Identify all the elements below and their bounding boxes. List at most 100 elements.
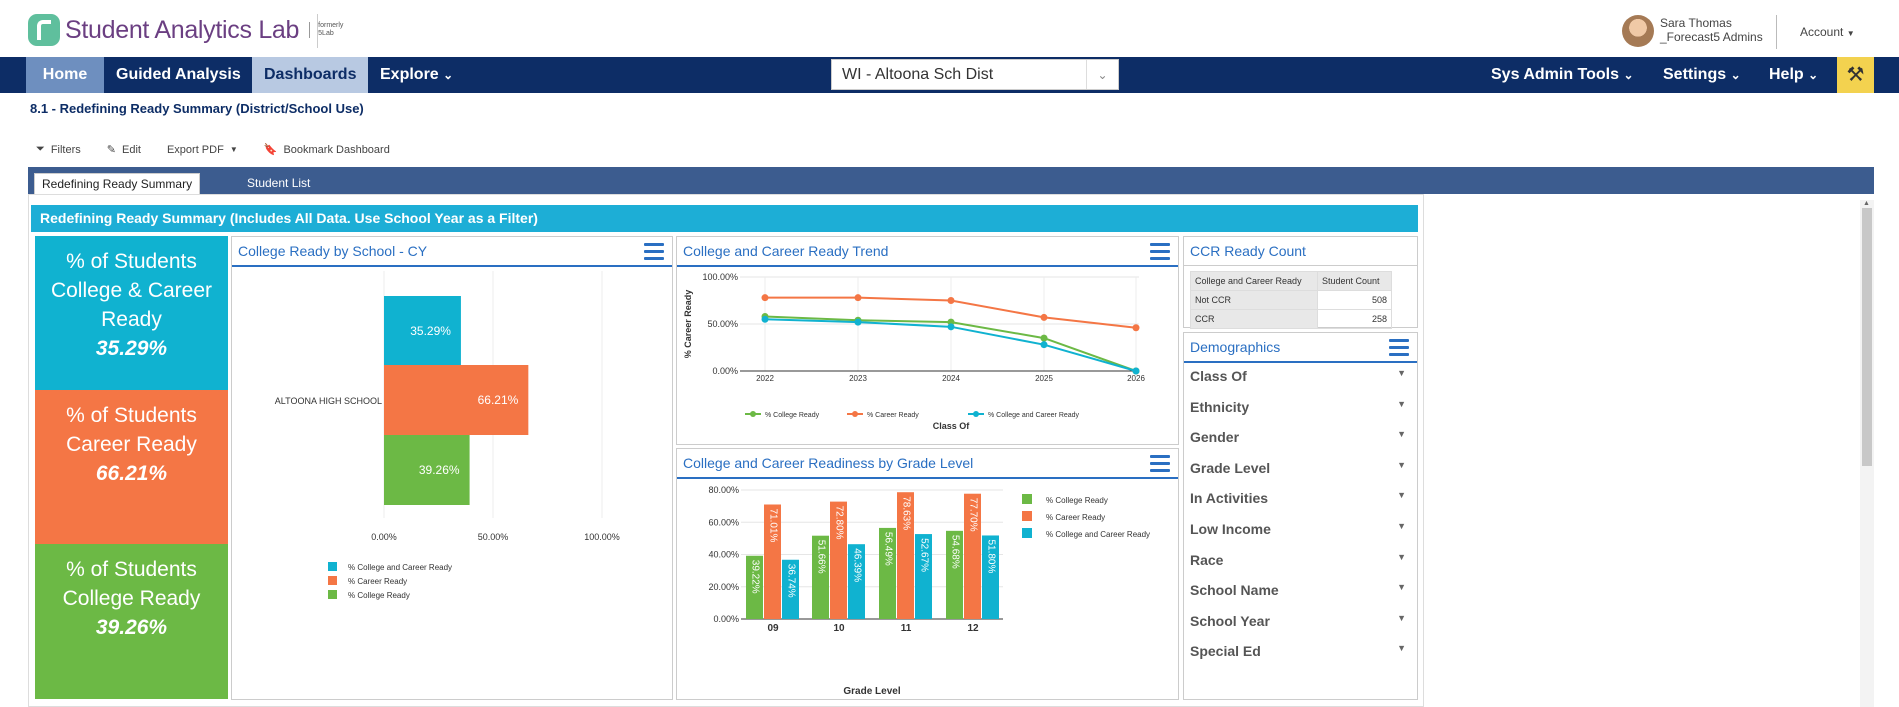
column-header: Student Count xyxy=(1317,271,1392,291)
legend-swatch xyxy=(1022,494,1032,504)
nav-dashboards[interactable]: Dashboards xyxy=(252,57,368,93)
ccr-count-panel: CCR Ready Count College and Career Ready… xyxy=(1183,236,1418,329)
demographic-filter-item[interactable]: School Year ▼ xyxy=(1190,613,1412,629)
table-row: CCR 258 xyxy=(1190,309,1392,329)
menu-icon[interactable] xyxy=(1150,455,1170,473)
top-bar: Student Analytics Lab formerly 5Lab Sara… xyxy=(0,0,1899,57)
dashboard-toolbar: ⏷ Filters ✎ Edit Export PDF ▼ 🔖 Bookmark Das… xyxy=(36,143,390,156)
legend-label: % College and Career Ready xyxy=(988,412,1080,419)
nav-home[interactable]: Home xyxy=(26,57,104,93)
account-menu[interactable]: Account ▼ xyxy=(1800,25,1855,39)
demographic-label: In Activities xyxy=(1190,490,1269,507)
data-label: 54.68% xyxy=(949,535,960,569)
chevron-down-icon: ▼ xyxy=(1397,521,1406,531)
legend-label: % College Ready xyxy=(1046,496,1108,505)
chevron-down-icon: ⌄ xyxy=(1623,68,1634,82)
tab-redefining-ready-summary[interactable]: Redefining Ready Summary xyxy=(34,173,201,194)
nav-settings[interactable]: Settings ⌄ xyxy=(1663,57,1741,93)
export-pdf-button[interactable]: Export PDF ▼ xyxy=(167,143,238,156)
menu-icon[interactable] xyxy=(644,243,664,261)
avatar[interactable] xyxy=(1622,15,1654,47)
demographic-filter-item[interactable]: Gender ▼ xyxy=(1190,429,1412,445)
legend-marker xyxy=(973,411,979,417)
data-point xyxy=(947,297,955,304)
demographic-filter-item[interactable]: Grade Level ▼ xyxy=(1190,460,1412,476)
logo-text: Student Analytics Lab xyxy=(65,15,300,44)
data-label: 36.74% xyxy=(785,564,796,598)
menu-icon[interactable] xyxy=(1389,339,1409,357)
tools-icon[interactable]: ⚒ xyxy=(1837,57,1874,93)
demographic-label: Class Of xyxy=(1190,368,1247,384)
demographic-filter-item[interactable]: Ethnicity ▼ xyxy=(1190,399,1412,415)
row-count: 258 xyxy=(1317,309,1392,329)
data-label: 78.63% xyxy=(900,496,911,530)
nav-sys-admin[interactable]: Sys Admin Tools ⌄ xyxy=(1491,57,1634,93)
filter-icon: ⏷ xyxy=(36,143,45,155)
data-point xyxy=(1132,324,1140,332)
tick-label: 50.00% xyxy=(707,319,738,329)
logo-subtext: formerly 5Lab xyxy=(309,22,349,38)
tick-label: 40.00% xyxy=(708,550,739,560)
user-info[interactable]: Sara Thomas _Forecast5 Admins xyxy=(1660,16,1763,44)
tick-label: 2025 xyxy=(1035,374,1053,383)
demographics-panel: Demographics Class Of ▼ Ethnicity ▼ Gender ▼ G… xyxy=(1183,332,1418,700)
demographic-label: Low Income xyxy=(1190,521,1271,537)
legend-label: % Career Ready xyxy=(1046,513,1105,522)
school-bar-chart: 35.29% 66.21% 39.26% ALTOONA HIGH SCHOOL 0.0… xyxy=(275,271,620,600)
bookmark-label: Bookmark Dashboard xyxy=(283,143,390,156)
x-axis-label: Grade Level xyxy=(843,686,900,697)
school-chart-panel: College Ready by School - CY 35.29% 66.21… xyxy=(231,236,673,700)
tab-student-list[interactable]: Student List xyxy=(240,173,317,194)
trend-chart-panel: College and Career Ready Trend 0.00% 50.0… xyxy=(676,236,1179,445)
legend-label: % College Ready xyxy=(348,591,410,600)
column-header: College and Career Ready xyxy=(1190,271,1318,291)
demographic-filter-item[interactable]: Low Income ▼ xyxy=(1190,521,1412,537)
demographic-filter-item[interactable]: Race ▼ xyxy=(1190,552,1412,568)
kpi-value: 66.21% xyxy=(95,462,168,485)
demographic-filter-item[interactable]: School Name ▼ xyxy=(1190,582,1412,598)
kpi-label: % of Students College Ready xyxy=(62,558,201,610)
category-label: ALTOONA HIGH SCHOOL xyxy=(275,396,382,406)
data-point xyxy=(854,294,862,302)
menu-icon[interactable] xyxy=(1150,243,1170,261)
filters-button[interactable]: ⏷ Filters xyxy=(36,143,81,156)
demographic-label: School Year xyxy=(1190,612,1270,629)
kpi-label: % of Students Career Ready xyxy=(66,404,197,456)
tick-label: 0.00% xyxy=(712,366,738,376)
demographic-label: Race xyxy=(1190,551,1224,568)
scroll-up-icon[interactable]: ▲ xyxy=(1863,200,1870,207)
pencil-icon: ✎ xyxy=(106,144,116,156)
bookmark-button[interactable]: 🔖 Bookmark Dashboard xyxy=(263,143,390,157)
panel-underline xyxy=(677,477,1178,479)
edit-label: Edit xyxy=(121,143,141,156)
chevron-down-icon: ⌄ xyxy=(1730,68,1741,82)
nav-explore[interactable]: Explore ⌄ xyxy=(368,57,465,93)
tick-label: 100.00% xyxy=(584,532,620,542)
row-label: Not CCR xyxy=(1190,290,1318,310)
demographic-label: Special Ed xyxy=(1190,643,1261,660)
data-label: 72.80% xyxy=(833,506,844,540)
divider xyxy=(1776,15,1777,49)
kpi-college: % of Students College Ready 39.26% xyxy=(35,544,228,699)
app-logo[interactable]: Student Analytics Lab formerly 5Lab xyxy=(28,14,349,46)
demographic-filter-item[interactable]: In Activities ▼ xyxy=(1190,490,1412,506)
district-select[interactable]: WI - Altoona Sch Dist ⌄ xyxy=(831,59,1119,90)
demographic-filter-item[interactable]: Special Ed ▼ xyxy=(1190,643,1412,659)
bookmark-icon: 🔖 xyxy=(263,144,278,156)
data-point xyxy=(1132,367,1140,375)
demographic-filter-item[interactable]: Class Of ▼ xyxy=(1190,368,1412,384)
chevron-down-icon: ▼ xyxy=(1397,490,1406,501)
nav-help[interactable]: Help ⌄ xyxy=(1769,57,1818,93)
legend-marker xyxy=(750,411,756,417)
panel-title: College Ready by School - CY xyxy=(238,243,428,259)
user-org: _Forecast5 Admins xyxy=(1660,30,1763,44)
edit-button[interactable]: ✎ Edit xyxy=(106,143,141,157)
scroll-thumb[interactable] xyxy=(1862,208,1872,466)
legend-swatch xyxy=(328,590,337,599)
chevron-down-icon: ▼ xyxy=(1397,551,1406,562)
data-label: 39.22% xyxy=(749,560,760,594)
data-point xyxy=(1040,341,1048,349)
nav-guided-analysis[interactable]: Guided Analysis xyxy=(104,57,253,93)
scrollbar[interactable]: ▲ xyxy=(1860,200,1874,707)
chevron-down-icon[interactable]: ⌄ xyxy=(1086,60,1118,89)
